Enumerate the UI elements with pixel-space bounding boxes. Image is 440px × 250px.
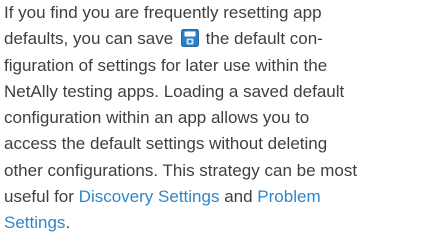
text-line-3: figuration of settings for later use wit…: [4, 55, 328, 75]
text-line-5: configuration within an app allows you t…: [4, 108, 310, 128]
text-line-2-start: defaults, you can save: [4, 29, 174, 49]
text-line-7: other configurations. This strategy can …: [4, 160, 358, 180]
text-line-2: defaults, you can save the default con-: [4, 26, 436, 52]
save-icon: [180, 29, 199, 48]
text-line-4: NetAlly testing apps. Loading a saved de…: [4, 81, 345, 101]
text-line-1: If you find you are frequently resetting…: [4, 3, 322, 22]
text-line-9: Settings.: [4, 210, 436, 236]
problem-settings-link-part2[interactable]: Settings: [4, 213, 65, 232]
text-line-9-period: .: [65, 213, 71, 233]
text-line-8-and: and: [224, 187, 253, 207]
help-paragraph: If you find you are frequently resetting…: [4, 0, 436, 237]
text-line-8-start: useful for: [4, 187, 74, 207]
problem-settings-link-part1[interactable]: Problem: [257, 187, 320, 206]
text-line-6: access the default settings without dele…: [4, 134, 328, 154]
text-line-2-end: the default con-: [205, 29, 323, 49]
text-line-8: useful for Discovery Settings and Proble…: [4, 184, 436, 210]
discovery-settings-link[interactable]: Discovery Settings: [79, 187, 220, 206]
